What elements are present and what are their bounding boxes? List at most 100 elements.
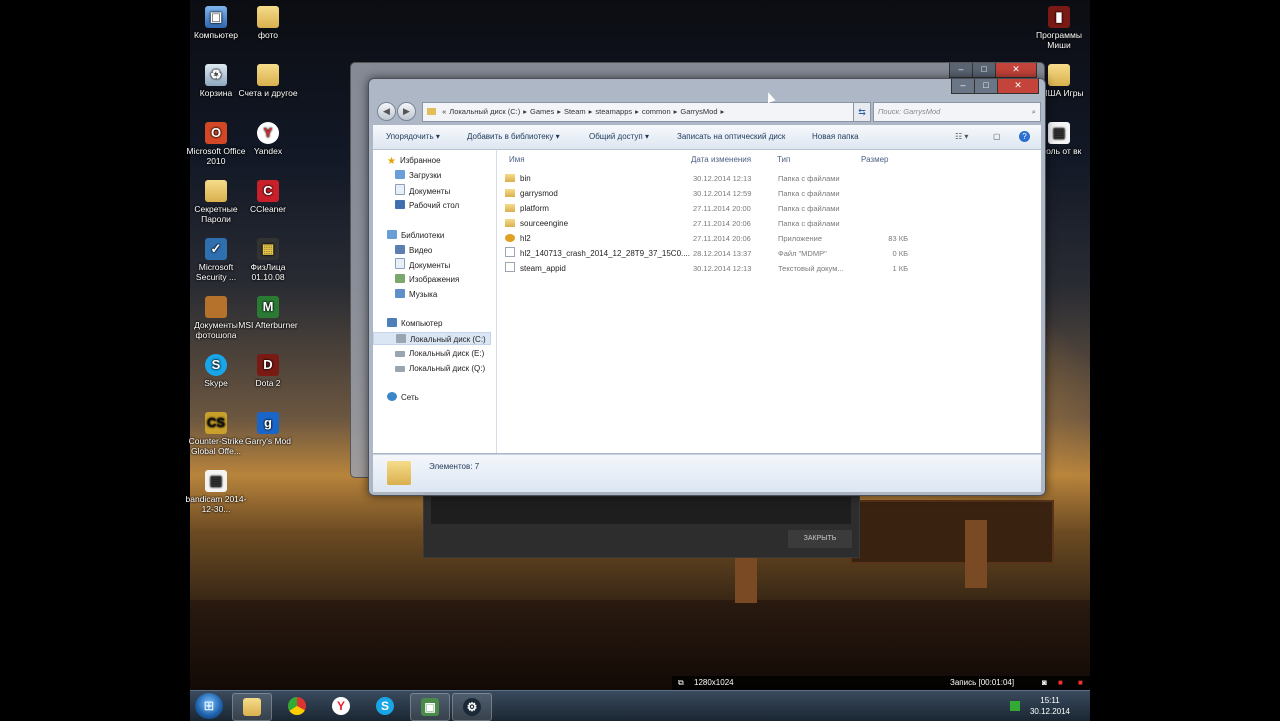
nav-documents[interactable]: Документы (395, 184, 450, 197)
folder-icon (505, 204, 515, 212)
maximize-button[interactable]: □ (974, 79, 998, 94)
steam-close-button[interactable]: ЗАКРЫТЬ (788, 530, 852, 548)
breadcrumb-item[interactable]: Games (530, 107, 554, 116)
nav-video[interactable]: Видео (395, 244, 432, 257)
breadcrumb-item[interactable]: Steam (564, 107, 586, 116)
file-date: 28.12.2014 13:37 (693, 249, 752, 258)
breadcrumb-item[interactable]: GarrysMod (680, 107, 717, 116)
nav-music[interactable]: Музыка (395, 288, 437, 301)
breadcrumb-item[interactable]: common (642, 107, 671, 116)
share-menu[interactable]: Общий доступ ▾ (589, 125, 649, 149)
back-button[interactable]: ◀ (377, 102, 396, 121)
clock[interactable]: 15:11 30.12.2014 (1010, 693, 1090, 719)
folder-icon (387, 461, 411, 485)
desktop-icon-icons_right_col-4[interactable]: ▦ ФизЛица 01.10.08 (237, 238, 299, 282)
nav-favorites[interactable]: ★ Избранное (387, 154, 441, 167)
taskbar-skype-button[interactable]: S (366, 693, 404, 719)
forward-button[interactable]: ▶ (397, 102, 416, 121)
organize-menu[interactable]: Упорядочить ▾ (386, 125, 440, 149)
taskbar-yandex-button[interactable]: Y (322, 693, 360, 719)
desktop-icon-label: bandicam 2014-12-30... (185, 494, 247, 514)
back-window-maximize-button[interactable]: □ (972, 63, 996, 78)
app-icon: Y (257, 122, 279, 144)
camera-icon[interactable]: ◙ (1042, 676, 1047, 690)
file-row[interactable]: sourceengine 27.11.2014 20:06 Папка с файл… (505, 217, 905, 231)
file-date: 27.11.2014 20:06 (693, 219, 751, 228)
taskbar-explorer-button[interactable] (232, 693, 272, 721)
folder-icon (427, 108, 436, 115)
file-size: 0 КБ (892, 249, 908, 258)
desktop-icon (395, 200, 405, 209)
file-row[interactable]: hl2 27.11.2014 20:06 Приложение 83 КБ (505, 232, 908, 246)
view-options-icon[interactable]: ☷ ▾ (955, 125, 968, 149)
search-input[interactable]: Поиск: GarrysMod ⌕ (873, 102, 1041, 122)
nav-network[interactable]: Сеть (387, 391, 419, 404)
start-button[interactable]: ⊞ (195, 693, 223, 719)
desktop-icon-icons_right_col-7[interactable]: g Garry's Mod (237, 412, 299, 446)
file-name: sourceengine (520, 219, 569, 228)
nav-libraries[interactable]: Библиотеки (387, 229, 444, 242)
clock-date: 30.12.2014 (1029, 707, 1071, 716)
file-row[interactable]: bin 30.12.2014 12:13 Папка с файлами (505, 172, 905, 186)
burn-button[interactable]: Записать на оптический диск (677, 125, 785, 149)
breadcrumb-separator[interactable]: ▸ (557, 107, 561, 116)
file-row[interactable]: garrysmod 30.12.2014 12:59 Папка с файлами (505, 187, 905, 201)
nav-drive-q[interactable]: Локальный диск (Q:) (395, 362, 485, 375)
back-window-close-button[interactable]: ✕ (995, 63, 1037, 78)
desktop-icon-icons_right_col-1[interactable]: Счета и другое (237, 64, 299, 98)
help-icon[interactable]: ? (1019, 125, 1030, 149)
back-window-minimize-button[interactable]: – (949, 63, 973, 78)
file-row[interactable]: steam_appid 30.12.2014 12:13 Текстовый док… (505, 262, 908, 276)
minimize-button[interactable]: – (951, 79, 975, 94)
address-row: ◀ ▶ «Локальный диск (C:) ▸ Games ▸ Steam ▸ ste… (373, 99, 1041, 123)
desktop-icon-label: фото (257, 30, 279, 40)
nav-drive-c[interactable]: Локальный диск (C:) (373, 332, 491, 345)
nav-lib-documents[interactable]: Документы (395, 258, 450, 271)
desktop-icon-icons_right_col-0[interactable]: фото (237, 6, 299, 40)
breadcrumb-separator[interactable]: ▸ (589, 107, 593, 116)
taskbar-steam-button[interactable]: ⚙ (452, 693, 492, 721)
desktop-icon-icons_left-8[interactable]: ▤ bandicam 2014-12-30... (185, 470, 247, 514)
desktop-icon-icons_right_col-2[interactable]: Y Yandex (237, 122, 299, 156)
desktop-icon-label: CCleaner (250, 204, 286, 214)
new-folder-button[interactable]: Новая папка (812, 125, 859, 149)
skype-icon: S (376, 697, 394, 715)
desktop-icon-icons_right_col-5[interactable]: M MSI Afterburner (237, 296, 299, 330)
nav-images[interactable]: Изображения (395, 273, 459, 286)
breadcrumb-item[interactable]: Локальный диск (C:) (449, 107, 520, 116)
downloads-icon (395, 170, 405, 179)
recorder-bar: ⧉ 1280x1024 Запись [00:01:04] ◙ ■ ■ (672, 676, 1090, 690)
breadcrumb-separator[interactable]: ▸ (721, 107, 725, 116)
nav-drive-e[interactable]: Локальный диск (E:) (395, 347, 484, 360)
column-header-size[interactable]: Размер (861, 153, 889, 167)
desktop-icon-icons_right_col-3[interactable]: C CCleaner (237, 180, 299, 214)
record-pause-icon[interactable]: ■ (1078, 676, 1083, 690)
preview-pane-icon[interactable]: ▢ (993, 125, 1001, 149)
column-header-name[interactable]: Имя (509, 153, 525, 167)
desktop-icon-icons_right_col-6[interactable]: D Dota 2 (237, 354, 299, 388)
nav-downloads[interactable]: Загрузки (395, 169, 441, 182)
breadcrumb-separator[interactable]: ▸ (635, 107, 639, 116)
taskbar-app-button[interactable]: ▣ (410, 693, 450, 721)
desktop-icon-icons_far_right-0[interactable]: ▮ Программы Миши (1028, 6, 1090, 50)
file-row[interactable]: platform 27.11.2014 20:00 Папка с файлами (505, 202, 905, 216)
nav-desktop[interactable]: Рабочий стол (395, 199, 459, 212)
column-header-type[interactable]: Тип (777, 153, 790, 167)
close-button[interactable]: ✕ (997, 79, 1039, 94)
refresh-button[interactable]: ⇆ (853, 102, 871, 122)
file-name: hl2_140713_crash_2014_12_28T9_37_15C0...… (520, 249, 690, 258)
nav-computer[interactable]: Компьютер (387, 317, 442, 330)
record-stop-icon[interactable]: ■ (1058, 676, 1063, 690)
breadcrumb-item[interactable]: steamapps (595, 107, 632, 116)
breadcrumb-separator[interactable]: « (442, 107, 446, 116)
address-bar[interactable]: «Локальный диск (C:) ▸ Games ▸ Steam ▸ steamap… (422, 102, 854, 122)
taskbar-chrome-button[interactable] (278, 693, 316, 719)
file-row[interactable]: hl2_140713_crash_2014_12_28T9_37_15C0...… (505, 247, 908, 261)
add-to-library-menu[interactable]: Добавить в библиотеку ▾ (467, 125, 560, 149)
breadcrumb-separator[interactable]: ▸ (674, 107, 678, 116)
desktop-icon-label: Dota 2 (255, 378, 281, 388)
breadcrumb-separator[interactable]: ▸ (523, 107, 527, 116)
yandex-icon: Y (332, 697, 350, 715)
column-header-date[interactable]: Дата изменения (691, 153, 751, 167)
status-bar: Элементов: 7 (373, 454, 1041, 492)
